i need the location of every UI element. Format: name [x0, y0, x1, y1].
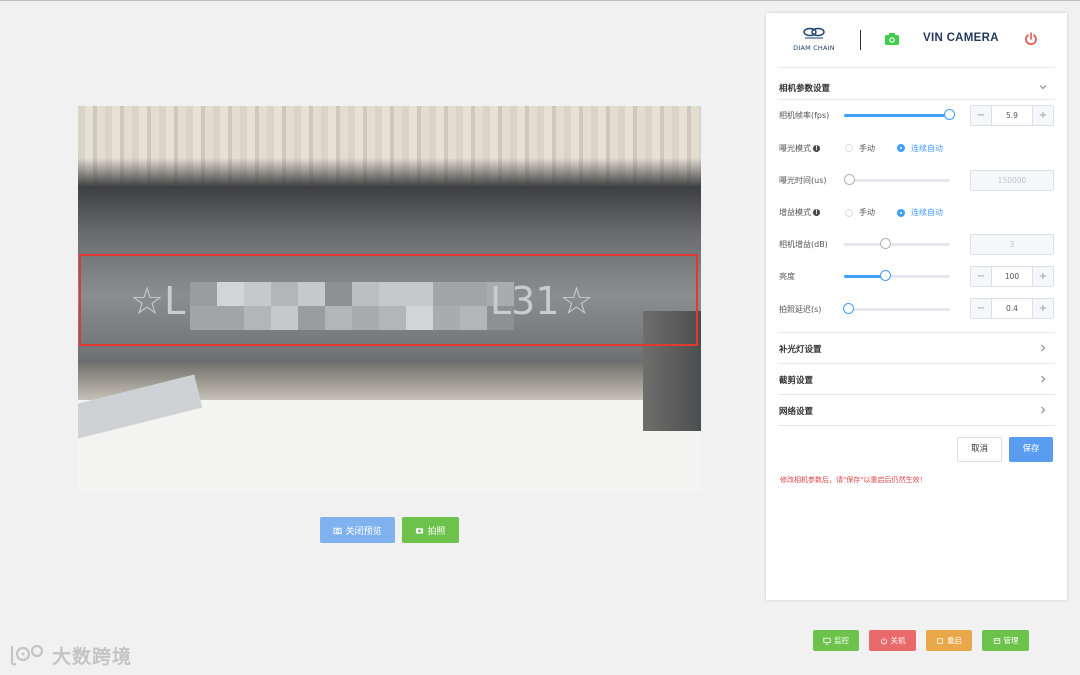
- capture-button[interactable]: 拍照: [402, 517, 459, 543]
- capture-delay-increment-button[interactable]: +: [1032, 299, 1053, 318]
- brightness-value[interactable]: 100: [991, 267, 1033, 286]
- params-separator: [778, 99, 1055, 100]
- frame-rate-increment-button[interactable]: +: [1032, 106, 1053, 125]
- manage-button[interactable]: 管理: [982, 630, 1029, 651]
- manage-label: 管理: [1003, 636, 1019, 645]
- gain-manual-label[interactable]: 手动: [859, 207, 875, 218]
- brightness-slider[interactable]: [844, 270, 950, 281]
- frame-rate-slider[interactable]: [844, 109, 955, 120]
- info-icon[interactable]: !: [813, 145, 820, 152]
- capture-delay-decrement-button[interactable]: −: [971, 299, 992, 318]
- info-icon[interactable]: !: [813, 209, 820, 216]
- brightness-stepper[interactable]: − 100 +: [970, 266, 1054, 287]
- capture-delay-stepper[interactable]: − 0.4 +: [970, 298, 1054, 319]
- app-title: VIN CAMERA: [923, 32, 999, 44]
- exposure-auto-radio[interactable]: [897, 144, 905, 152]
- exposure-mode-label-text: 曝光模式: [779, 144, 811, 153]
- camera-preview: ☆L L31☆: [78, 106, 701, 491]
- camera-gain-input: 3: [970, 234, 1054, 255]
- frame-rate-decrement-button[interactable]: −: [971, 106, 992, 125]
- exposure-manual-radio[interactable]: [845, 144, 853, 152]
- chevron-right-icon[interactable]: [1038, 405, 1048, 415]
- gain-manual-radio[interactable]: [845, 209, 853, 217]
- restart-button[interactable]: 重启: [926, 630, 972, 651]
- watermark-text: 大数跨境: [52, 645, 133, 668]
- fill-light-section-title[interactable]: 补光灯设置: [779, 343, 822, 355]
- brightness-slider-handle[interactable]: [880, 270, 891, 281]
- chevron-right-icon[interactable]: [1038, 374, 1048, 384]
- watermark-logo-icon: [10, 644, 44, 666]
- exposure-manual-label[interactable]: 手动: [859, 143, 875, 154]
- exposure-time-label: 曝光时间(us): [779, 176, 827, 185]
- gain-mode-label-text: 增益模式: [779, 208, 811, 217]
- chevron-right-icon[interactable]: [1038, 343, 1048, 353]
- preview-shade: [78, 158, 701, 188]
- vin-detection-box: [79, 254, 698, 346]
- restart-label: 重启: [947, 636, 962, 645]
- camera-gain-slider: [844, 238, 950, 249]
- exposure-time-value: 150000: [997, 176, 1027, 185]
- camera-icon: [416, 527, 424, 534]
- shutdown-label: 关机: [890, 636, 906, 645]
- top-border: [0, 0, 1080, 1]
- gain-auto-label[interactable]: 连续自动: [911, 207, 943, 218]
- exposure-time-slider-handle: [844, 174, 855, 185]
- exposure-time-slider: [844, 174, 950, 185]
- actions-separator: [778, 425, 1055, 426]
- exposure-mode-label: 曝光模式!: [779, 143, 820, 154]
- brand-logo-text: DIAM CHAIN: [793, 44, 835, 52]
- exposure-auto-label[interactable]: 连续自动: [911, 143, 943, 154]
- header-divider: [860, 30, 861, 50]
- camera-gain-value: 3: [1009, 240, 1015, 249]
- camera-gain-slider-handle: [880, 238, 891, 249]
- close-preview-button[interactable]: 关闭预览: [320, 517, 395, 543]
- brightness-increment-button[interactable]: +: [1032, 267, 1053, 286]
- fill-light-separator: [778, 332, 1055, 333]
- gain-auto-radio[interactable]: [897, 209, 905, 217]
- capture-label: 拍照: [427, 526, 446, 537]
- frame-rate-value[interactable]: 5.9: [991, 106, 1033, 125]
- network-separator: [778, 394, 1055, 395]
- params-section-title[interactable]: 相机参数设置: [779, 82, 830, 94]
- monitor-button[interactable]: 监控: [813, 630, 859, 651]
- camera-status-icon: [885, 33, 899, 45]
- capture-delay-value[interactable]: 0.4: [991, 299, 1033, 318]
- frame-rate-label: 相机帧率(fps): [779, 111, 830, 120]
- settings-icon: [993, 637, 1000, 644]
- frame-rate-stepper[interactable]: − 5.9 +: [970, 105, 1054, 126]
- frame-rate-slider-handle[interactable]: [944, 109, 955, 120]
- camera-outline-icon: [333, 527, 343, 534]
- crop-separator: [778, 363, 1055, 364]
- monitor-label: 监控: [834, 636, 849, 645]
- monitor-icon: [823, 637, 831, 645]
- crop-section-title[interactable]: 截剪设置: [779, 374, 813, 386]
- capture-delay-slider[interactable]: [843, 303, 950, 314]
- watermark: 大数跨境: [8, 640, 132, 670]
- power-icon: [880, 637, 887, 644]
- settings-panel: DIAM CHAIN VIN CAMERA 相机参数设置 相机帧率(fps) −…: [766, 13, 1067, 600]
- brand-logo: DIAM CHAIN: [786, 27, 842, 55]
- brightness-label: 亮度: [779, 272, 795, 281]
- shutdown-button[interactable]: 关机: [869, 630, 916, 651]
- cancel-button[interactable]: 取消: [957, 437, 1002, 462]
- exposure-time-input: 150000: [970, 170, 1054, 191]
- capture-delay-label: 拍照延迟(s): [779, 305, 822, 314]
- capture-delay-slider-handle[interactable]: [843, 303, 854, 314]
- save-button[interactable]: 保存: [1009, 437, 1053, 462]
- network-section-title[interactable]: 网络设置: [779, 405, 813, 417]
- camera-gain-label: 相机增益(dB): [779, 240, 828, 249]
- gain-mode-label: 增益模式!: [779, 207, 820, 218]
- save-warning-text: 修改相机参数后，请"保存"以重启后仍然生效！: [780, 476, 927, 484]
- power-icon[interactable]: [1023, 31, 1039, 47]
- chain-logo-icon: [803, 27, 825, 39]
- restart-icon: [937, 637, 943, 644]
- close-preview-label: 关闭预览: [345, 526, 382, 537]
- brightness-decrement-button[interactable]: −: [971, 267, 992, 286]
- chevron-down-icon[interactable]: [1038, 82, 1048, 92]
- header-separator: [778, 67, 1055, 68]
